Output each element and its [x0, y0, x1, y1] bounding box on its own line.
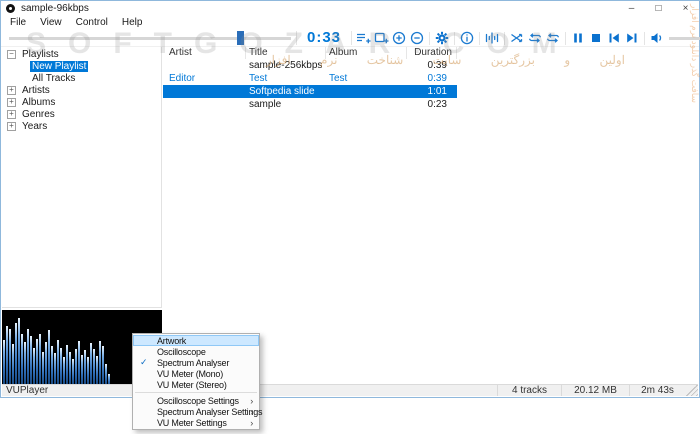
menu-item-vu-meter-mono[interactable]: VU Meter (Mono): [133, 368, 259, 379]
spectrum-bar: [51, 346, 53, 386]
expand-icon[interactable]: [7, 110, 16, 119]
statusbar: VUPlayer 4 tracks 20.12 MB 2m 43s: [2, 384, 698, 396]
expand-icon[interactable]: [7, 122, 16, 131]
sidebar-item-artists[interactable]: Artists: [2, 84, 161, 96]
menu-item-vu-meter-stereo[interactable]: VU Meter (Stereo): [133, 379, 259, 390]
spectrum-bar: [33, 348, 35, 386]
spectrum-bar: [30, 336, 32, 386]
spectrum-bar: [87, 357, 89, 386]
menu-item-artwork[interactable]: Artwork: [133, 335, 259, 346]
spectrum-bar: [90, 343, 92, 386]
spectrum-bar: [78, 341, 80, 386]
spectrum-bar: [27, 329, 29, 386]
collapse-icon[interactable]: [7, 50, 16, 59]
spectrum-bar: [3, 340, 5, 386]
spectrum-bar: [102, 346, 104, 386]
spectrum-bar: [36, 339, 38, 386]
resize-grip[interactable]: [685, 385, 698, 396]
spectrum-bar: [42, 352, 44, 386]
window-title: sample-96kbps: [21, 3, 89, 14]
spectrum-bar: [9, 329, 11, 386]
menu-item-oscilloscope[interactable]: Oscilloscope: [133, 346, 259, 357]
screenshot-canvas: sample-96kbps – □ × File View Control He…: [0, 0, 700, 434]
content-area: Playlists New Playlist All Tracks Artist…: [2, 47, 698, 384]
track-row-playing[interactable]: Editor Test Test 0:39: [163, 72, 457, 85]
track-row-selected[interactable]: Softpedia slide 1:01: [163, 85, 457, 98]
spectrum-bar: [72, 359, 74, 386]
visualization-context-menu: Artwork Oscilloscope Spectrum Analyser V…: [132, 333, 260, 430]
sidebar-item-genres[interactable]: Genres: [2, 108, 161, 120]
titlebar[interactable]: sample-96kbps – □ ×: [1, 1, 699, 16]
spectrum-bar: [84, 350, 86, 386]
statusbar-track-count: 4 tracks: [497, 385, 561, 396]
menu-separator: [135, 392, 257, 393]
watermark-subtext: اولین و بزرگترین سایت شناخت نرم افزار: [80, 53, 625, 67]
app-icon: [6, 4, 15, 13]
spectrum-bar: [60, 348, 62, 386]
check-icon: [140, 357, 147, 368]
statusbar-total-size: 20.12 MB: [561, 385, 629, 396]
spectrum-bar: [81, 355, 83, 386]
maximize-button[interactable]: □: [645, 1, 672, 16]
sidebar-item-all-tracks[interactable]: All Tracks: [2, 72, 161, 84]
minimize-button[interactable]: –: [618, 1, 645, 16]
spectrum-bar: [12, 344, 14, 386]
spectrum-bar: [54, 353, 56, 386]
spectrum-bar: [18, 318, 20, 386]
sidebar-item-years[interactable]: Years: [2, 120, 161, 132]
statusbar-total-duration: 2m 43s: [629, 385, 685, 396]
spectrum-bar: [21, 334, 23, 386]
spectrum-bar: [15, 323, 17, 386]
watermark-side-text: سافت گذر دانلود نرم افزار: [690, 4, 700, 264]
spectrum-bar: [99, 341, 101, 386]
spectrum-bar: [63, 357, 65, 386]
window-controls: – □ ×: [618, 1, 699, 16]
menu-item-oscilloscope-settings[interactable]: Oscilloscope Settings: [133, 395, 259, 406]
expand-icon[interactable]: [7, 86, 16, 95]
spectrum-bar: [96, 356, 98, 386]
spectrum-bar: [75, 349, 77, 386]
library-tree: Playlists New Playlist All Tracks Artist…: [2, 47, 162, 308]
spectrum-bar: [39, 334, 41, 386]
menu-item-spectrum-analyser[interactable]: Spectrum Analyser: [133, 357, 259, 368]
spectrum-bar: [57, 340, 59, 386]
spectrum-bar: [105, 364, 107, 386]
track-row[interactable]: sample 0:23: [163, 98, 457, 111]
spectrum-bar: [24, 342, 26, 386]
menu-item-vu-meter-settings[interactable]: VU Meter Settings: [133, 417, 259, 428]
expand-icon[interactable]: [7, 98, 16, 107]
spectrum-bar: [66, 345, 68, 386]
spectrum-bar: [45, 342, 47, 386]
menu-item-spectrum-analyser-settings[interactable]: Spectrum Analyser Settings: [133, 406, 259, 417]
sidebar-item-albums[interactable]: Albums: [2, 96, 161, 108]
spectrum-bar: [6, 326, 8, 386]
spectrum-bar: [48, 330, 50, 386]
spectrum-bar: [69, 352, 71, 386]
spectrum-bar: [93, 349, 95, 386]
